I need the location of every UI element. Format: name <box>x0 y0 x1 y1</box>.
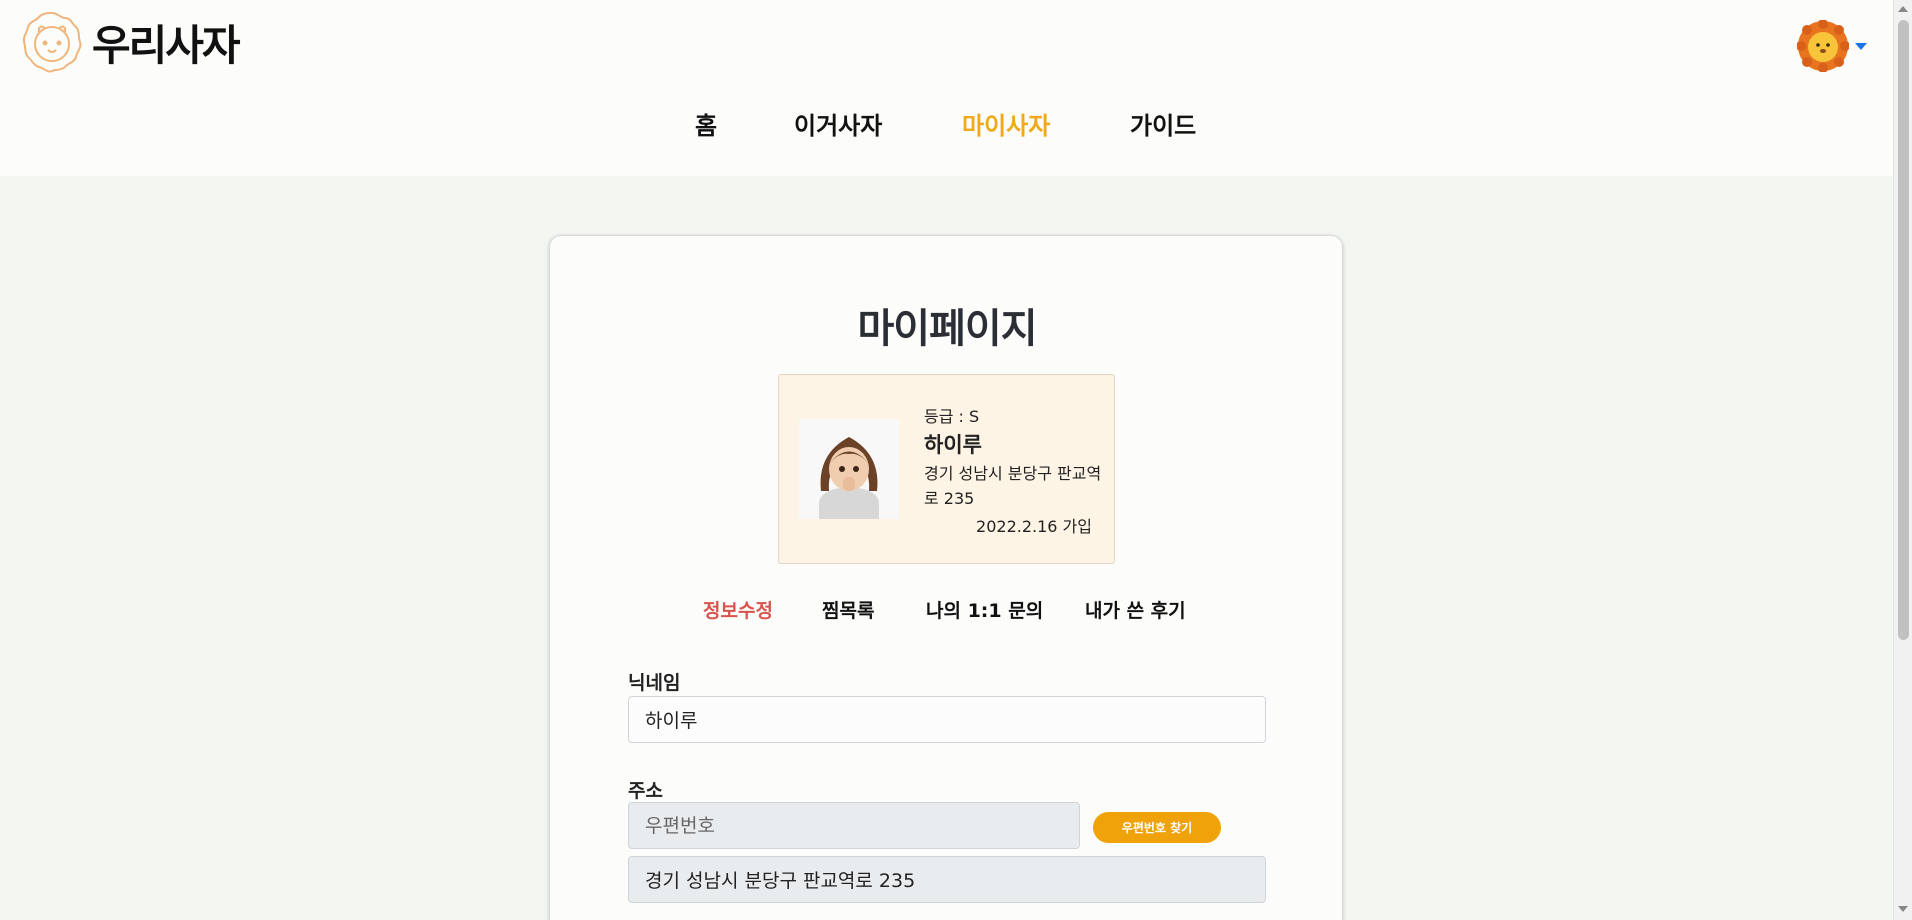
lion-avatar-icon <box>1797 20 1849 72</box>
caret-down-icon <box>1855 42 1867 50</box>
nickname-label: 닉네임 <box>628 672 681 694</box>
avatar <box>799 419 899 519</box>
scroll-down-icon[interactable] <box>1898 906 1908 912</box>
lion-logo-icon <box>22 11 82 73</box>
page-scrollbar[interactable] <box>1893 0 1912 920</box>
profile-summary: 등급 : S 하이루 경기 성남시 분당구 판교역로 235 2022.2.16… <box>778 374 1115 564</box>
brand-name: 우리사자 <box>92 20 241 70</box>
nickname-input[interactable] <box>628 696 1266 743</box>
tab-my-reviews[interactable]: 내가 쓴 후기 <box>1085 596 1186 623</box>
find-postal-code-button[interactable]: 우편번호 찾기 <box>1093 812 1221 843</box>
page-title: 마이페이지 <box>857 306 1038 352</box>
postal-code-input[interactable] <box>628 802 1080 849</box>
user-name: 하이루 <box>924 433 982 457</box>
mypage-card: 마이페이지 등급 : S 하이루 경기 성남시 분당구 판교역로 235 202… <box>549 235 1343 920</box>
logo[interactable]: 우리사자 <box>20 10 241 74</box>
scrollbar-thumb[interactable] <box>1898 20 1909 640</box>
nav-item-guide[interactable]: 가이드 <box>1130 106 1196 141</box>
join-date: 2022.2.16 가입 <box>976 517 1092 536</box>
user-address: 경기 성남시 분당구 판교역로 235 <box>924 464 1102 508</box>
main-nav: 홈 이거사자 마이사자 가이드 <box>0 106 1893 146</box>
nav-item-home[interactable]: 홈 <box>695 106 717 141</box>
nav-item-my-page[interactable]: 마이사자 <box>962 106 1050 141</box>
tab-inquiries[interactable]: 나의 1:1 문의 <box>926 596 1043 623</box>
user-menu[interactable] <box>1797 20 1867 72</box>
tab-edit-info[interactable]: 정보수정 <box>703 596 773 623</box>
user-grade: 등급 : S <box>924 407 980 426</box>
nav-item-buy-this[interactable]: 이거사자 <box>794 106 882 141</box>
address-input[interactable] <box>628 856 1266 903</box>
scroll-up-icon[interactable] <box>1898 6 1908 12</box>
address-label: 주소 <box>628 780 663 802</box>
tab-wishlist[interactable]: 찜목록 <box>822 596 874 623</box>
mypage-tabs: 정보수정 찜목록 나의 1:1 문의 내가 쓴 후기 <box>550 596 1344 626</box>
site-header: 우리사자 홈 이거사자 마이사자 가이드 <box>0 0 1893 176</box>
profile-photo-icon <box>799 419 899 519</box>
